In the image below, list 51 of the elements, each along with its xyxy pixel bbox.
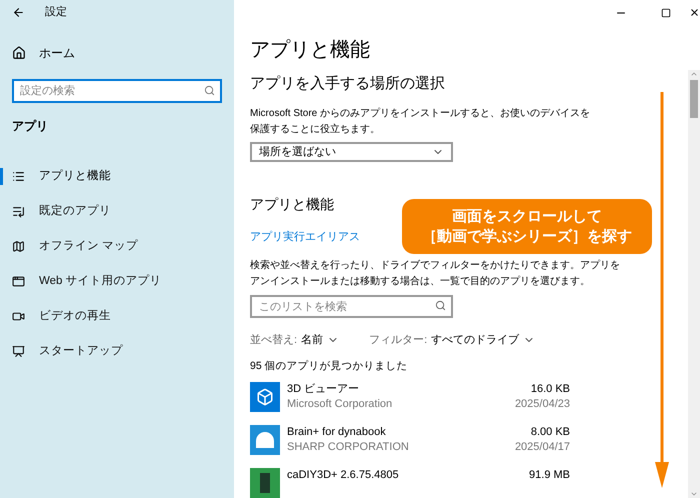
nav-item[interactable]: Web サイト用のアプリ [0, 264, 234, 299]
sort-dropdown[interactable]: 並べ替え: 名前 [250, 332, 340, 348]
description-text: 検索や並べ替えを行ったり、ドライブでフィルターをかけたりできます。アプリをアンインストールまたは移動する場合は、一覧で目的のアプリを選びます。 [250, 258, 620, 288]
app-size: 16.0 KB [530, 382, 570, 398]
app-count: 95 個のアプリが見つかりました [250, 358, 409, 374]
search-icon [204, 85, 215, 96]
app-list-item[interactable]: 3D ビューアー Microsoft Corporation 16.0 KB 2025/04/23 [250, 382, 570, 412]
app-size: 8.00 KB [530, 425, 570, 440]
cube-app-icon [250, 382, 280, 412]
source-dropdown[interactable]: 場所を選ばない [250, 142, 453, 162]
page-title: アプリと機能 [250, 38, 371, 63]
nav-item[interactable]: 既定のアプリ [0, 194, 234, 229]
app-list-item[interactable]: caDIY3D+ 2.6.75.4805 91.9 MB [250, 468, 570, 498]
scroll-down-icon[interactable] [690, 490, 698, 498]
app-date: 2025/04/23 [514, 397, 570, 412]
app-name: caDIY3D+ 2.6.75.4805 [287, 468, 399, 484]
nav-item[interactable]: ビデオの再生 [0, 299, 234, 334]
close-icon [688, 7, 700, 18]
window-title: 設定 [45, 4, 67, 20]
filter-dropdown[interactable]: フィルター: すべてのドライブ [369, 332, 536, 348]
map-icon [12, 240, 25, 253]
app-size: 91.9 MB [529, 468, 570, 484]
back-arrow-icon [12, 6, 24, 19]
video-icon [12, 310, 25, 323]
search-icon [435, 300, 446, 310]
app-name: Brain+ for dynabook [287, 425, 387, 440]
scrollbar-thumb[interactable] [690, 80, 698, 118]
home-icon [12, 46, 26, 60]
section-heading: アプリと機能 [250, 195, 335, 214]
list-search-field[interactable]: このリストを検索 [250, 295, 453, 318]
description-text: Microsoft Store からのみアプリをインストールすると、お使いのデバイスを保護することに役立ちます。 [250, 106, 592, 136]
app-name: 3D ビューアー [287, 382, 360, 398]
list-icon [12, 170, 25, 183]
section-heading: アプリ [12, 118, 49, 135]
web-icon [12, 275, 25, 288]
app-publisher: Microsoft Corporation [287, 397, 392, 412]
app-list-item[interactable]: Brain+ for dynabook SHARP CORPORATION 8.00 KB 2025/04/17 [250, 425, 570, 456]
callout-text: ［動画で学ぶシリーズ］を探す [422, 226, 632, 246]
scroll-up-icon[interactable] [690, 70, 698, 78]
app-date: 2025/04/17 [514, 440, 570, 456]
home-nav-item[interactable]: ホーム [12, 42, 234, 64]
nav-item[interactable]: アプリと機能 [0, 159, 234, 194]
scrollbar[interactable] [688, 70, 700, 498]
app-alias-link[interactable]: アプリ実行エイリアス [250, 229, 360, 246]
nav-item[interactable]: スタートアップ [0, 334, 234, 369]
app-publisher: SHARP CORPORATION [287, 440, 409, 456]
callout-text: 画面をスクロールして [452, 206, 602, 226]
section-heading: アプリを入手する場所の選択 [250, 74, 446, 94]
maximize-icon [660, 8, 670, 18]
settings-search-field[interactable]: 設定の検索 [12, 79, 222, 103]
nav-item[interactable]: オフライン マップ [0, 229, 234, 264]
